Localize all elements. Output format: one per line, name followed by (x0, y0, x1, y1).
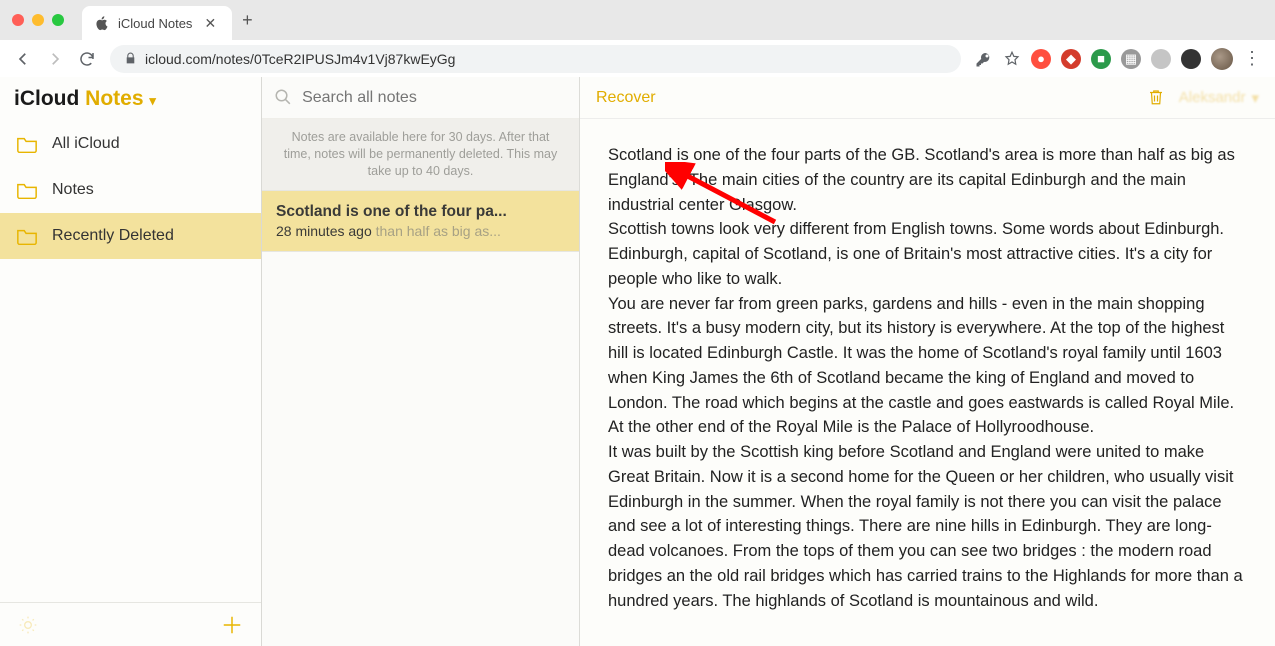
titlebar: iCloud Notes ✕ + (0, 0, 1275, 40)
folder-icon (16, 227, 38, 245)
forward-button[interactable] (46, 50, 64, 68)
note-paragraph: Scottish towns look very different from … (608, 217, 1247, 291)
lock-icon (124, 52, 137, 65)
note-list-item[interactable]: Scotland is one of the four pa... 28 min… (262, 191, 579, 252)
tab-close-icon[interactable]: ✕ (200, 15, 220, 32)
search-box (262, 77, 579, 119)
search-icon (274, 88, 292, 108)
new-note-button[interactable] (221, 614, 243, 636)
browser-chrome: iCloud Notes ✕ + icloud.com/notes/0TceR2… (0, 0, 1275, 77)
window-controls (12, 14, 64, 26)
note-item-meta: 28 minutes ago than half as big as... (276, 223, 565, 239)
icloud-notes-app: iCloud Notes ▾ All iCloud Notes Recently… (0, 77, 1275, 646)
browser-tab[interactable]: iCloud Notes ✕ (82, 6, 232, 40)
browser-menu-button[interactable]: ⋮ (1243, 48, 1261, 69)
minimize-window-button[interactable] (32, 14, 44, 26)
sidebar-item-recently-deleted[interactable]: Recently Deleted (0, 213, 261, 259)
note-body[interactable]: Scotland is one of the four parts of the… (580, 119, 1275, 637)
sidebar: iCloud Notes ▾ All iCloud Notes Recently… (0, 77, 262, 646)
recover-button[interactable]: Recover (596, 89, 656, 107)
folder-icon (16, 135, 38, 153)
new-tab-button[interactable]: + (242, 10, 253, 31)
app-title-prefix: iCloud (14, 87, 85, 110)
tab-title: iCloud Notes (118, 16, 192, 31)
extension-icon-1[interactable]: ● (1031, 49, 1051, 69)
app-title[interactable]: iCloud Notes ▾ (0, 77, 261, 121)
note-paragraph: You are never far from green parks, gard… (608, 292, 1247, 441)
sidebar-bottom-bar (0, 602, 261, 646)
address-bar: icloud.com/notes/0TceR2IPUSJm4v1Vj87kwEy… (0, 40, 1275, 77)
note-paragraph: It was built by the Scottish king before… (608, 440, 1247, 613)
user-label: Aleksandr (1179, 89, 1246, 106)
trash-icon[interactable] (1147, 88, 1165, 108)
extension-icon-6[interactable] (1181, 49, 1201, 69)
gear-icon[interactable] (18, 615, 38, 635)
url-box[interactable]: icloud.com/notes/0TceR2IPUSJm4v1Vj87kwEy… (110, 45, 961, 73)
key-icon[interactable] (975, 50, 993, 68)
note-paragraph: Scotland is one of the four parts of the… (608, 143, 1247, 217)
note-item-preview: than half as big as... (376, 223, 501, 239)
apple-icon (94, 15, 110, 31)
note-item-title: Scotland is one of the four pa... (276, 203, 565, 221)
extension-icon-5[interactable] (1151, 49, 1171, 69)
back-button[interactable] (14, 50, 32, 68)
sidebar-item-notes[interactable]: Notes (0, 167, 261, 213)
extension-icon-4[interactable]: ▦ (1121, 49, 1141, 69)
search-input[interactable] (302, 89, 567, 107)
toolbar-right: ● ◆ ■ ▦ ⋮ (975, 48, 1261, 70)
user-menu[interactable]: Aleksandr ▾ (1179, 89, 1259, 107)
profile-avatar[interactable] (1211, 48, 1233, 70)
sidebar-item-label: Notes (52, 181, 94, 199)
chevron-down-icon: ▾ (1251, 89, 1259, 107)
app-title-word: Notes (85, 87, 143, 110)
extension-icon-3[interactable]: ■ (1091, 49, 1111, 69)
star-icon[interactable] (1003, 50, 1021, 68)
note-content-pane: Recover Aleksandr ▾ Scotland is one of t… (580, 77, 1275, 646)
content-toolbar: Recover Aleksandr ▾ (580, 77, 1275, 119)
sidebar-item-all-icloud[interactable]: All iCloud (0, 121, 261, 167)
info-banner: Notes are available here for 30 days. Af… (262, 119, 579, 191)
extension-icon-2[interactable]: ◆ (1061, 49, 1081, 69)
sidebar-item-label: Recently Deleted (52, 227, 174, 245)
chevron-down-icon: ▾ (149, 93, 156, 108)
url-text: icloud.com/notes/0TceR2IPUSJm4v1Vj87kwEy… (145, 51, 455, 67)
notes-list-pane: Notes are available here for 30 days. Af… (262, 77, 580, 646)
maximize-window-button[interactable] (52, 14, 64, 26)
note-item-time: 28 minutes ago (276, 223, 372, 239)
reload-button[interactable] (78, 50, 96, 68)
close-window-button[interactable] (12, 14, 24, 26)
sidebar-item-label: All iCloud (52, 135, 120, 153)
folder-icon (16, 181, 38, 199)
